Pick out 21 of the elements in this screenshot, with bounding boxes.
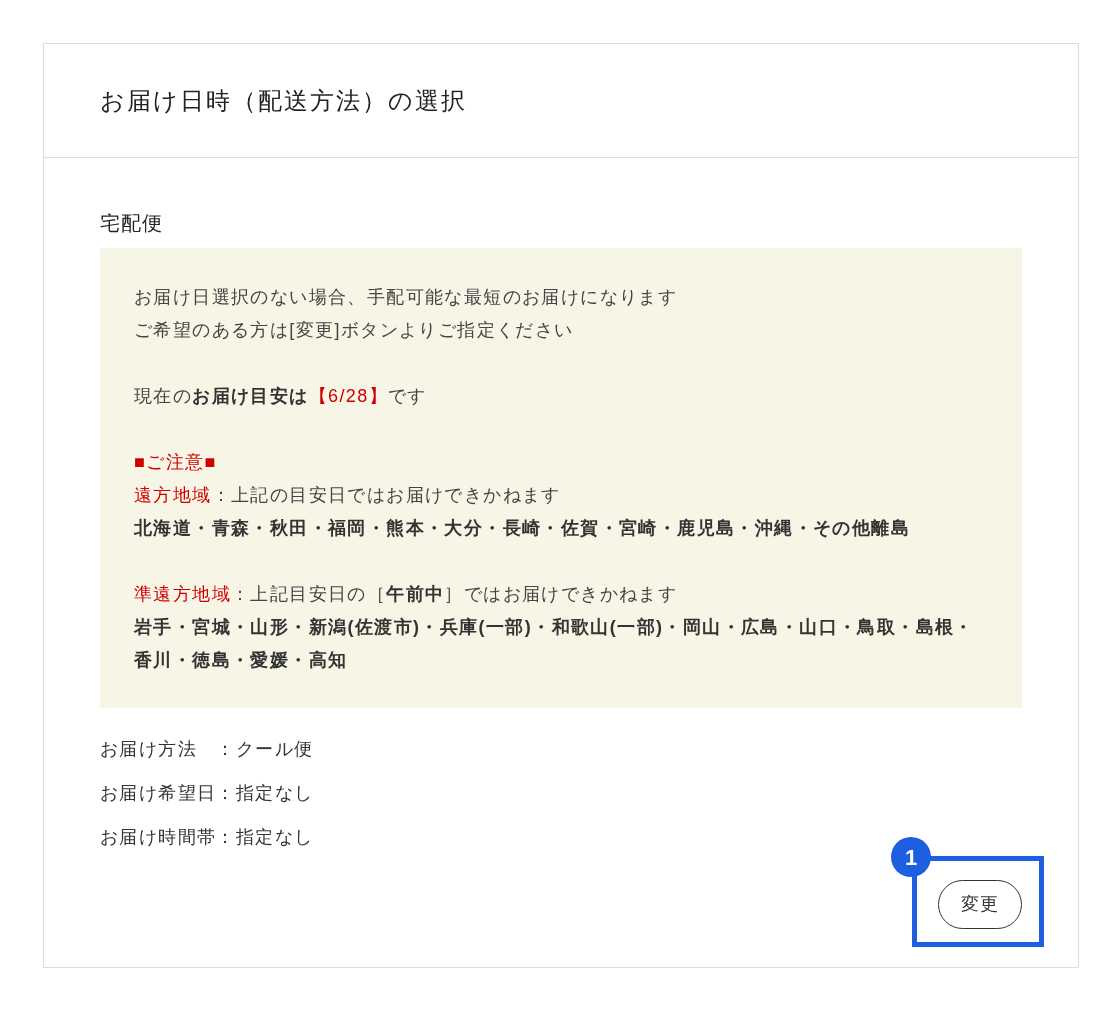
detail-label: お届け方法 [100, 738, 197, 761]
detail-label: お届け時間帯 [100, 826, 217, 849]
detail-label: お届け希望日 [100, 782, 217, 805]
notice-text: お届け日選択のない場合、手配可能な最短のお届けになります [134, 286, 679, 309]
detail-value: 指定なし [235, 782, 314, 805]
notice-text: ■ご注意■ [134, 451, 218, 474]
notice-text: 準遠方地域：上記目安日の［午前中］ではお届けできかねます [134, 583, 679, 606]
separator-text: ： [216, 826, 236, 849]
number-badge: 1 [891, 837, 931, 877]
notice-text: ご希望のある方は[変更]ボタンよりご指定ください [134, 319, 575, 342]
section-heading: 宅配便 [100, 211, 163, 236]
panel-title: お届け日時（配送方法）の選択 [100, 86, 467, 116]
change-button[interactable]: 変更 [938, 880, 1022, 929]
notice-text: 遠方地域：上記の目安日ではお届けできかねます [134, 484, 562, 507]
separator-text: ： [216, 738, 236, 761]
notice-text: 岩手・宮城・山形・新潟(佐渡市)・兵庫(一部)・和歌山(一部)・岡山・広島・山口・鳥取・島根・香川・徳島・愛媛・高知 [134, 616, 975, 672]
detail-value: 指定なし [235, 826, 314, 849]
separator-text: ： [216, 782, 236, 805]
detail-value: クール便 [235, 738, 314, 761]
notice-text: 北海道・青森・秋田・福岡・熊本・大分・長崎・佐賀・宮崎・鹿児島・沖縄・その他離島 [134, 517, 911, 540]
notice-text: 現在のお届け目安は【6/28】です [134, 385, 428, 408]
